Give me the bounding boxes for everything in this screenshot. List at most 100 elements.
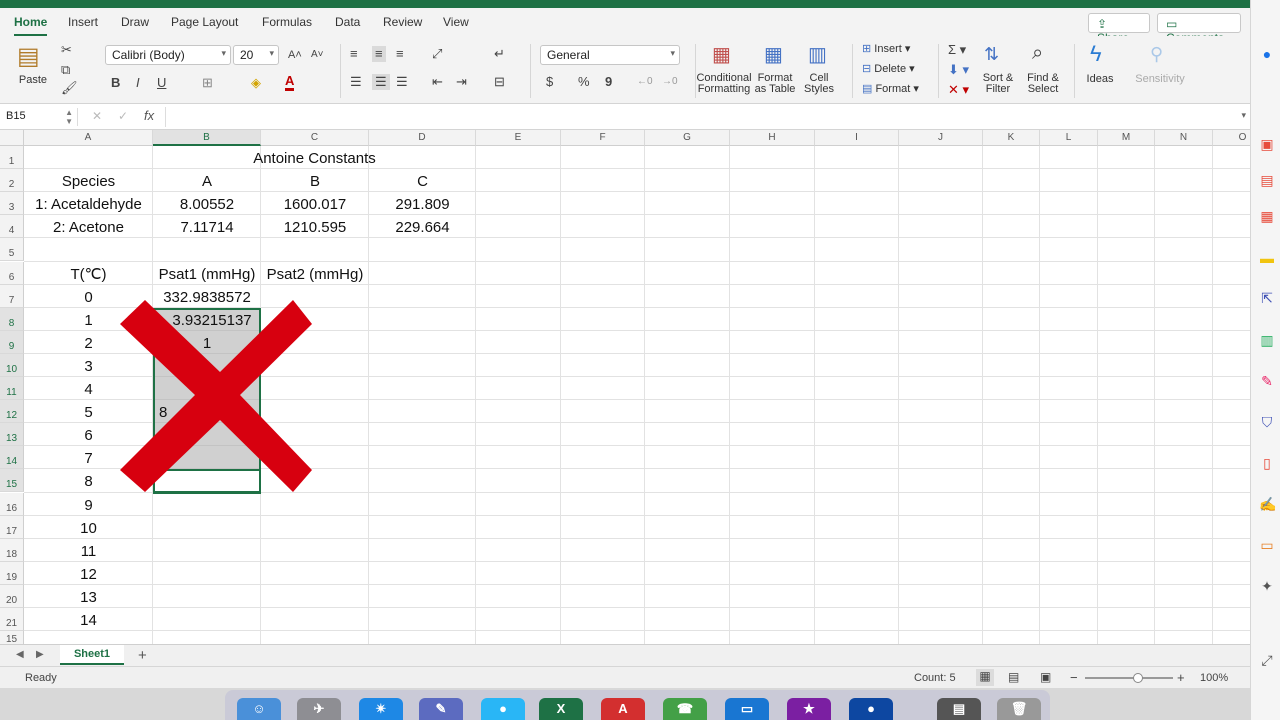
row-header-19[interactable]: 19: [0, 561, 24, 585]
column-header-a[interactable]: A: [24, 130, 153, 146]
export-icon[interactable]: ⇱: [1259, 290, 1275, 306]
chevron-down-icon[interactable]: ▾: [1241, 110, 1246, 121]
row-header-5[interactable]: 5: [0, 238, 24, 262]
column-header-l[interactable]: L: [1040, 130, 1098, 146]
app2-icon[interactable]: ●: [849, 698, 893, 720]
enter-icon[interactable]: ✓: [118, 109, 128, 123]
sensitivity-button[interactable]: Sensitivity: [1132, 73, 1188, 85]
select-all-corner[interactable]: [0, 130, 24, 146]
cell-header-psat1[interactable]: Psat1 (mmHg): [153, 264, 261, 285]
column-header-i[interactable]: I: [815, 130, 899, 146]
cell-species1-name[interactable]: 1: Acetaldehyde: [24, 194, 153, 215]
column-header-f[interactable]: F: [561, 130, 645, 146]
column-header-h[interactable]: H: [730, 130, 815, 146]
align-left-icon[interactable]: ☰: [350, 74, 362, 90]
cut-icon[interactable]: ✂: [61, 42, 72, 58]
scroll-right-icon[interactable]: ▶: [36, 649, 44, 660]
cell-temperature[interactable]: 12: [24, 564, 153, 585]
format-as-table-icon[interactable]: ▦: [764, 44, 783, 66]
app-icon[interactable]: ●: [481, 698, 525, 720]
cell-header-a[interactable]: A: [153, 171, 261, 192]
cell-temperature[interactable]: 13: [24, 587, 153, 608]
name-box[interactable]: B15 ▲ ▼: [6, 108, 78, 126]
decrease-decimal-icon[interactable]: →0: [662, 74, 678, 90]
pen-icon[interactable]: ✎: [1259, 373, 1275, 389]
tab-view[interactable]: View: [443, 15, 469, 29]
column-header-m[interactable]: M: [1098, 130, 1155, 146]
preview-icon[interactable]: ✎: [419, 698, 463, 720]
column-header-e[interactable]: E: [476, 130, 561, 146]
cancel-icon[interactable]: ✕: [92, 109, 102, 123]
align-center-icon[interactable]: ☰: [372, 74, 390, 90]
tab-data[interactable]: Data: [335, 15, 360, 29]
cell-temperature[interactable]: 11: [24, 541, 153, 562]
fill-color-icon[interactable]: ◈: [251, 75, 261, 91]
cell-species2-c[interactable]: 229.664: [369, 217, 476, 238]
share-button[interactable]: ⇪ Share: [1088, 13, 1150, 45]
borders-icon[interactable]: ⊞: [202, 75, 213, 91]
font-color-icon[interactable]: A: [285, 74, 295, 91]
cell-species1-a[interactable]: 8.00552: [153, 194, 261, 215]
cell-header-b[interactable]: B: [261, 171, 369, 192]
zoom-slider-thumb[interactable]: [1132, 673, 1143, 683]
cell-header-psat2[interactable]: Psat2 (mmHg): [261, 264, 369, 285]
cell-species2-b[interactable]: 1210.595: [261, 217, 369, 238]
column-header-j[interactable]: J: [899, 130, 983, 146]
format-painter-icon[interactable]: 🖌: [61, 80, 78, 96]
increase-font-icon[interactable]: A˄: [288, 47, 302, 63]
function-icon[interactable]: fx: [144, 108, 154, 123]
bold-button[interactable]: B: [111, 75, 120, 91]
page-layout-view-icon[interactable]: ▤: [1008, 670, 1019, 684]
cell-temperature[interactable]: 14: [24, 610, 153, 631]
comment-icon[interactable]: ▬: [1259, 250, 1275, 266]
expand-icon[interactable]: ⤢: [1259, 652, 1275, 668]
delete-cells-button[interactable]: ⊟ Delete ▾: [862, 62, 915, 75]
row-header-14[interactable]: 14: [0, 446, 24, 470]
messages-icon[interactable]: ☎: [663, 698, 707, 720]
cell-styles-button[interactable]: Cell Styles: [800, 73, 838, 95]
conditional-formatting-icon[interactable]: ▦: [712, 44, 731, 66]
paste-icon[interactable]: ▤: [17, 44, 40, 70]
column-header-o[interactable]: O: [1213, 130, 1250, 146]
formula-input[interactable]: [165, 107, 1235, 127]
tab-insert[interactable]: Insert: [68, 15, 98, 29]
column-header-d[interactable]: D: [369, 130, 476, 146]
ideas-button[interactable]: Ideas: [1082, 73, 1118, 85]
tools-icon[interactable]: ✦: [1259, 578, 1275, 594]
sign-icon[interactable]: ✍: [1259, 496, 1276, 512]
column-header-n[interactable]: N: [1155, 130, 1213, 146]
pdf-icon[interactable]: ▣: [1259, 136, 1275, 152]
number-format-select[interactable]: General ▾: [540, 45, 680, 65]
fill-icon[interactable]: ⬇ ▾: [948, 62, 969, 78]
column-header-g[interactable]: G: [645, 130, 730, 146]
format-as-table-button[interactable]: Format as Table: [752, 73, 798, 95]
zoom-slider[interactable]: [1085, 673, 1173, 683]
table-icon[interactable]: ▦: [1259, 208, 1275, 224]
font-name-select[interactable]: Calibri (Body) ▾: [105, 45, 231, 65]
add-sheet-button[interactable]: +: [138, 647, 147, 664]
row-header-13[interactable]: 13: [0, 423, 24, 447]
shield-icon[interactable]: ⛉: [1259, 414, 1275, 430]
column-header-k[interactable]: K: [983, 130, 1040, 146]
column-header-b[interactable]: B: [153, 130, 261, 146]
tab-draw[interactable]: Draw: [121, 15, 149, 29]
find-icon[interactable]: ⌕: [1032, 42, 1043, 64]
excel-icon[interactable]: X: [539, 698, 583, 720]
cell-header-species[interactable]: Species: [24, 171, 153, 192]
underline-button[interactable]: U: [157, 75, 166, 91]
find-select-button[interactable]: Find & Select: [1022, 73, 1064, 95]
row-header-12[interactable]: 12: [0, 400, 24, 424]
autosum-icon[interactable]: Σ ▾: [948, 42, 966, 58]
row-header-16[interactable]: 16: [0, 492, 24, 516]
combine-icon[interactable]: ▥: [1259, 332, 1275, 348]
row-header-15[interactable]: 15: [0, 469, 24, 493]
align-bottom-icon[interactable]: ≡: [396, 46, 404, 62]
column-header-c[interactable]: C: [261, 130, 369, 146]
row-header-8[interactable]: 8: [0, 307, 24, 331]
side-tool-icon[interactable]: ●: [1259, 46, 1275, 62]
row-header-4[interactable]: 4: [0, 215, 24, 239]
cell-header-temperature[interactable]: T(℃): [24, 264, 153, 285]
cell-temperature[interactable]: 10: [24, 518, 153, 539]
copy-icon[interactable]: ⧉: [61, 62, 70, 78]
increase-indent-icon[interactable]: ⇥: [456, 74, 467, 90]
